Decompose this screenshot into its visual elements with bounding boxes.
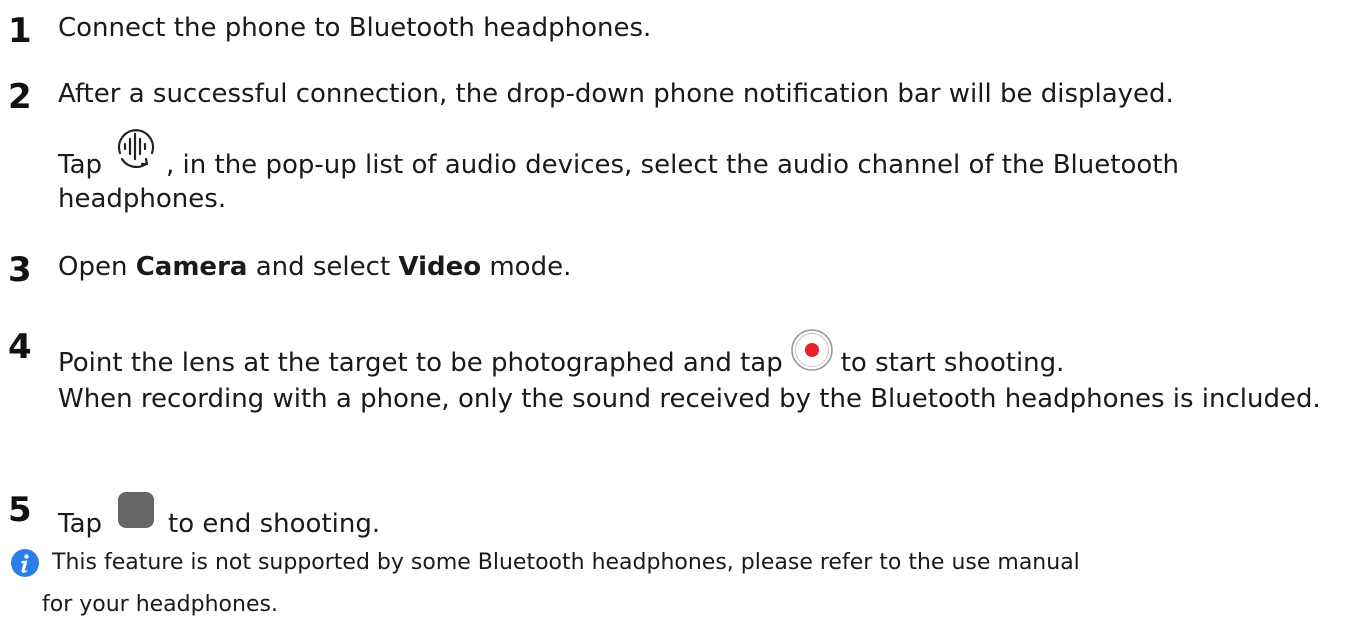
step-text: Connect the phone to Bluetooth headphone… [58, 11, 1355, 45]
note-line-1: This feature is not supported by some Bl… [52, 550, 1080, 575]
record-button-icon [789, 327, 835, 382]
stop-button-icon [116, 490, 156, 539]
step-5-post: to end shooting. [168, 509, 381, 539]
step-number: 1 [8, 11, 32, 51]
step-2-tap-prefix: Tap [58, 150, 103, 180]
step-number: 2 [8, 77, 32, 117]
step-2: 2 After a successful connection, the dro… [8, 77, 1355, 216]
step-2-tap-line: Tap , in the pop-up list of audio device… [58, 123, 1355, 216]
step-4-pre: Point the lens at the target to be photo… [58, 348, 783, 378]
step-number: 5 [8, 490, 32, 530]
camera-app-name: Camera [135, 252, 248, 282]
audio-channel-icon [108, 123, 164, 182]
step-2-tap-suffix: , in the pop-up list of audio devices, s… [58, 150, 1179, 214]
step-3-post: mode. [489, 252, 572, 282]
step-4-line-1: Point the lens at the target to be photo… [58, 327, 1355, 382]
step-text: Open Camera and select Video mode. [58, 250, 1355, 284]
video-mode-name: Video [398, 252, 482, 282]
note-line-2: for your headphones. [42, 592, 278, 617]
step-3: 3 Open Camera and select Video mode. [8, 250, 1355, 290]
step-1-text: Connect the phone to Bluetooth headphone… [58, 13, 652, 43]
note: This feature is not supported by some Bl… [10, 548, 1355, 632]
step-5: 5 Tap to end shooting. [8, 490, 1355, 541]
step-number: 3 [8, 250, 32, 290]
step-text: After a successful connection, the drop-… [58, 77, 1355, 216]
step-3-pre: Open [58, 252, 128, 282]
step-3-mid: and select [255, 252, 391, 282]
step-text: Point the lens at the target to be photo… [58, 327, 1355, 416]
step-1: 1 Connect the phone to Bluetooth headpho… [8, 11, 1355, 51]
step-4-post: to start shooting. [840, 348, 1065, 378]
step-4: 4 Point the lens at the target to be pho… [8, 327, 1355, 416]
step-text: Tap to end shooting. [58, 490, 1355, 541]
info-icon [10, 548, 40, 578]
step-4-line-2: When recording with a phone, only the so… [58, 384, 1321, 414]
note-text: This feature is not supported by some Bl… [42, 542, 1355, 626]
step-number: 4 [8, 327, 32, 367]
step-2-text: After a successful connection, the drop-… [58, 79, 1174, 109]
step-5-pre: Tap [58, 509, 103, 539]
